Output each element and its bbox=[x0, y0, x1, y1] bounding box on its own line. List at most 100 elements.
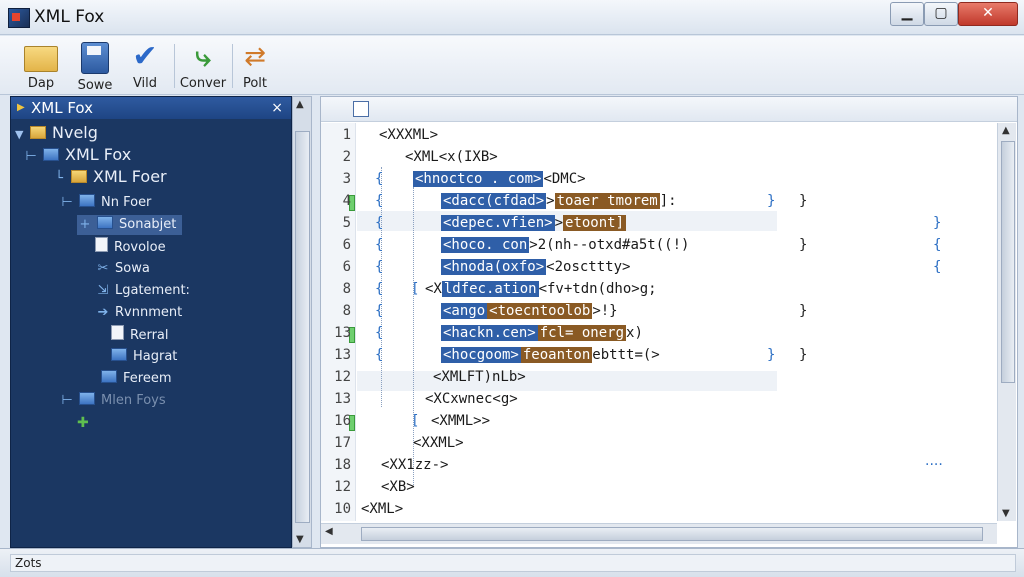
code-line[interactable]: <XML> bbox=[361, 499, 403, 519]
title-bar: XML Fox ▁ ▢ ✕ bbox=[0, 0, 1024, 35]
save-icon bbox=[81, 42, 109, 74]
tree-item[interactable]: ➔ Rvnnment bbox=[95, 303, 183, 323]
tree-item-label: XML Fox bbox=[65, 145, 132, 164]
close-button[interactable]: ✕ bbox=[958, 2, 1018, 26]
xml-text: >!} bbox=[592, 303, 618, 319]
xml-tag: <hnoda(oxfo> bbox=[441, 259, 547, 275]
tree-branch-icon: ⊢ bbox=[61, 393, 73, 408]
fold-brace: { bbox=[375, 347, 384, 363]
line-highlight bbox=[357, 371, 777, 391]
print-button-label: Polt bbox=[242, 76, 268, 91]
code-line[interactable]: <hoco. con >2(nh--otxd#a5t((!) bbox=[441, 235, 689, 255]
editor-vertical-scrollbar[interactable]: ▲ ▼ bbox=[997, 123, 1016, 521]
tree-item[interactable]: ⊢ XML Fox bbox=[23, 145, 131, 165]
folder-icon bbox=[71, 170, 87, 183]
scroll-thumb[interactable] bbox=[1001, 141, 1015, 383]
tree-item[interactable]: ⊢ Mlen Foys bbox=[59, 391, 166, 411]
fold-brace: } bbox=[767, 347, 776, 363]
code-line[interactable]: <XXXML> bbox=[379, 125, 438, 145]
fold-brace: } bbox=[799, 347, 808, 363]
minimize-button[interactable]: ▁ bbox=[890, 2, 924, 26]
document-icon[interactable] bbox=[353, 101, 369, 117]
xml-tag: <ango bbox=[441, 303, 488, 319]
scroll-thumb[interactable] bbox=[295, 131, 310, 523]
line-number: 6 bbox=[342, 259, 351, 275]
code-line[interactable]: <hackn.cen> fcl= onerg x) bbox=[441, 323, 643, 343]
tree-item[interactable]: Hagrat bbox=[111, 347, 177, 367]
xml-tag: <depec.vfien> bbox=[441, 215, 555, 231]
plus-icon: + bbox=[79, 217, 91, 232]
xml-editor[interactable]: 1 2 3 4 5 6 6 8 8 13 13 12 13 16 17 18 1… bbox=[320, 96, 1018, 548]
status-text: Zots bbox=[10, 554, 1016, 572]
scroll-up-icon[interactable]: ▲ bbox=[1002, 125, 1010, 136]
code-line[interactable]: <hnoda(oxfo> <2oscttty> bbox=[441, 257, 630, 277]
fold-brace: } bbox=[799, 303, 808, 319]
code-line[interactable]: <XMML>> bbox=[431, 411, 490, 431]
xml-value: etoont] bbox=[563, 215, 627, 231]
tree-item[interactable]: Rerral bbox=[111, 325, 169, 345]
scroll-down-icon[interactable]: ▼ bbox=[1002, 508, 1010, 519]
code-line[interactable]: <X ldfec.ation <fv+tdn(dho>g; bbox=[425, 279, 657, 299]
scroll-up-icon[interactable]: ▲ bbox=[296, 99, 304, 110]
panel-close-icon[interactable]: × bbox=[271, 97, 283, 119]
tree-item-label: Fereem bbox=[123, 371, 172, 386]
xml-text: <DMC> bbox=[543, 171, 586, 187]
tree-item-selected[interactable]: + Sonabjet bbox=[77, 215, 183, 235]
convert-button-label: Conver bbox=[179, 76, 227, 91]
fold-brace: { bbox=[375, 325, 384, 341]
line-number: 13 bbox=[334, 391, 351, 407]
add-node-icon[interactable]: ✚ bbox=[77, 413, 89, 433]
line-number: 10 bbox=[334, 501, 351, 517]
open-button[interactable]: Dap bbox=[14, 38, 68, 92]
tree-item[interactable]: ⇲ Lgatement: bbox=[95, 281, 190, 301]
validate-button[interactable]: ✔ Vild bbox=[118, 38, 172, 92]
code-line[interactable]: <XCxwnec<g> bbox=[425, 389, 518, 409]
save-button[interactable]: Sowe bbox=[68, 38, 122, 93]
tree-item-label: Rvnnment bbox=[115, 305, 183, 320]
folder-icon bbox=[43, 148, 59, 161]
xml-text: <2oscttty> bbox=[546, 259, 631, 275]
folder-open-icon bbox=[24, 46, 58, 72]
xml-text: x) bbox=[626, 325, 643, 341]
folder-icon bbox=[79, 194, 95, 207]
tree-item[interactable]: ⊢ Nn Foer bbox=[59, 193, 151, 213]
tree-item[interactable]: Fereem bbox=[101, 369, 171, 389]
tree-scrollbar[interactable]: ▲ ▼ bbox=[292, 96, 312, 548]
tools-icon: ✂ bbox=[97, 261, 109, 276]
print-button[interactable]: ⇄ Polt bbox=[228, 38, 282, 92]
collapse-toggle-icon[interactable]: ▼ bbox=[15, 125, 27, 145]
expand-arrow-icon[interactable]: ▶ bbox=[17, 97, 25, 119]
code-line[interactable]: <XMLFT)nLb> bbox=[433, 367, 526, 387]
save-button-label: Sowe bbox=[77, 78, 113, 93]
code-line[interactable]: <XX1zz-> bbox=[381, 455, 448, 475]
xml-value: toaer tmorem bbox=[554, 193, 660, 209]
fold-brace: { bbox=[933, 259, 942, 275]
code-line[interactable]: <XB> bbox=[381, 477, 415, 497]
tree-item[interactable]: ▼ Nvelg bbox=[15, 123, 98, 143]
xml-tag: <hocgoom> bbox=[441, 347, 521, 363]
convert-button[interactable]: ⤷ Conver bbox=[176, 38, 230, 92]
xml-text: ebttt=(> bbox=[592, 347, 660, 363]
code-area[interactable]: 1 2 3 4 5 6 6 8 8 13 13 12 13 16 17 18 1… bbox=[321, 123, 997, 521]
code-line[interactable]: <dacc(cfdad> > toaer tmorem]: bbox=[441, 191, 677, 211]
tree-item[interactable]: Rovoloe bbox=[95, 237, 166, 257]
more-ellipsis[interactable]: .... bbox=[925, 453, 943, 469]
code-line[interactable]: <hnoctco . com> <DMC> bbox=[413, 169, 586, 189]
panel-title: XML Fox bbox=[31, 99, 94, 117]
editor-horizontal-scrollbar[interactable]: ◀ bbox=[321, 523, 997, 544]
scroll-left-icon[interactable]: ◀ bbox=[325, 526, 333, 537]
fold-brace: { bbox=[933, 237, 942, 253]
code-line[interactable]: <ango <toecntoolob >!} bbox=[441, 301, 618, 321]
scroll-thumb[interactable] bbox=[361, 527, 983, 541]
status-bar: Zots bbox=[0, 548, 1024, 577]
scroll-down-icon[interactable]: ▼ bbox=[296, 534, 304, 545]
tree-item[interactable]: ✂ Sowa bbox=[95, 259, 150, 279]
tree-item[interactable]: └ XML Foer bbox=[51, 167, 167, 187]
maximize-button[interactable]: ▢ bbox=[924, 2, 958, 26]
code-line[interactable]: <hocgoom> feoanton ebttt=(> bbox=[441, 345, 660, 365]
code-line[interactable]: <XXML> bbox=[413, 433, 464, 453]
validate-button-label: Vild bbox=[132, 76, 158, 91]
code-line[interactable]: <depec.vfien> > etoont] bbox=[441, 213, 627, 233]
line-number: 17 bbox=[334, 435, 351, 451]
code-line[interactable]: <XML<x(IXB> bbox=[405, 147, 498, 167]
